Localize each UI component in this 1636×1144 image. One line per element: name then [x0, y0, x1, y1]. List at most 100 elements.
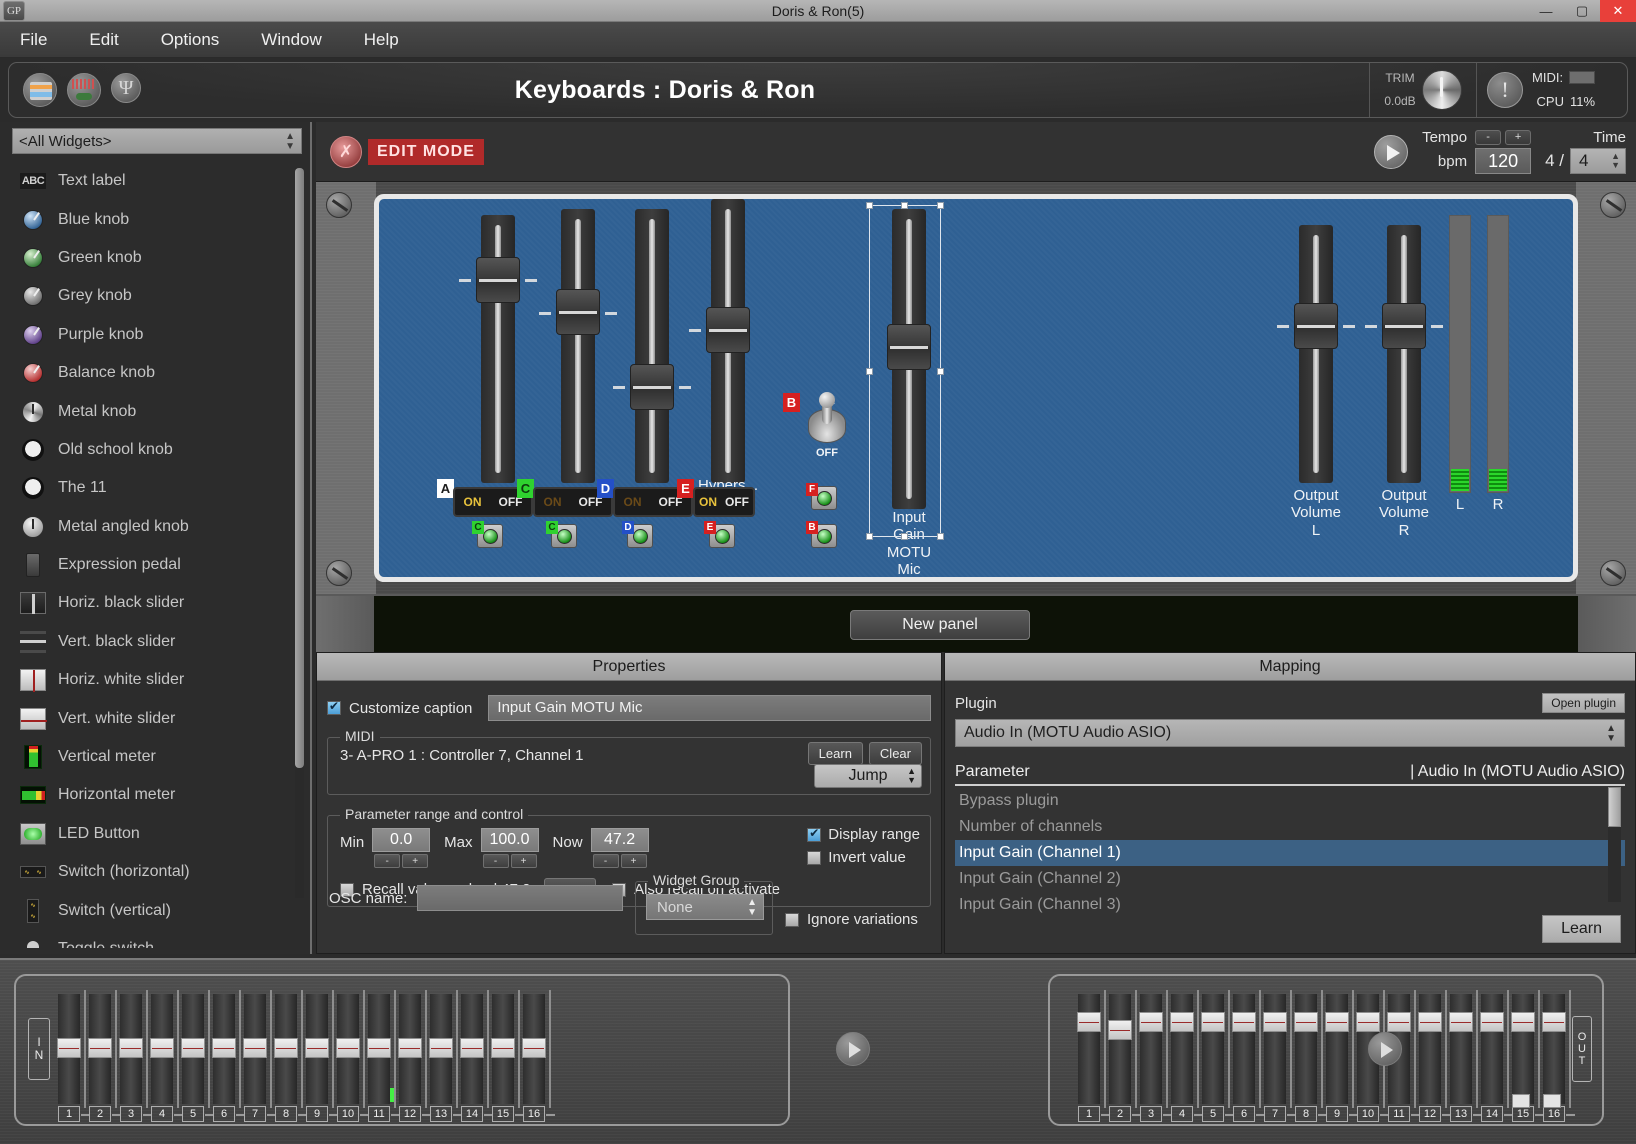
midi-fader-strip[interactable] [368, 994, 390, 1104]
channel-number[interactable]: 10 [337, 1106, 359, 1122]
midi-fader-cap[interactable] [119, 1038, 143, 1058]
midi-fader-cap[interactable] [150, 1038, 174, 1058]
osc-name-input[interactable] [417, 885, 623, 911]
trim-control[interactable]: TRIM 0.0dB [1369, 63, 1477, 117]
midi-fader-cap[interactable] [491, 1038, 515, 1058]
sidebar-item-blue-knob[interactable]: Blue knob [12, 200, 298, 238]
menu-help[interactable]: Help [358, 28, 405, 52]
toggle-switch-b[interactable]: ON OFF [808, 395, 846, 459]
midi-fader-cap[interactable] [1480, 1012, 1504, 1032]
now-value[interactable]: 47.2 [591, 828, 649, 852]
now-stepper[interactable]: 47.2 - + [591, 828, 649, 868]
channel-number[interactable]: 14 [461, 1106, 483, 1122]
max-stepper[interactable]: 100.0 - + [481, 828, 539, 868]
midi-fader-cap[interactable] [1263, 1012, 1287, 1032]
resize-handle[interactable] [901, 533, 908, 540]
sidebar-item-horizontal-meter[interactable]: Horizontal meter [12, 776, 298, 814]
sidebar-item-balance-knob[interactable]: Balance knob [12, 354, 298, 392]
midi-fader-cap[interactable] [1232, 1012, 1256, 1032]
fader-diva[interactable]: Diva [635, 209, 669, 483]
menu-window[interactable]: Window [255, 28, 327, 52]
midi-fader-cap[interactable] [57, 1038, 81, 1058]
channel-number[interactable]: 2 [1109, 1106, 1131, 1122]
midi-fader-cap[interactable] [1418, 1012, 1442, 1032]
midi-fader-cap[interactable] [1294, 1012, 1318, 1032]
sidebar-item-old-school-knob[interactable]: Old school knob [12, 431, 298, 469]
wiring-icon[interactable] [67, 73, 101, 107]
midi-fader-strip[interactable] [1171, 994, 1193, 1104]
midi-fader-strip[interactable] [430, 994, 452, 1104]
midi-fader-cap[interactable] [181, 1038, 205, 1058]
midi-fader-cap[interactable] [522, 1038, 546, 1058]
midi-fader-strip[interactable] [1512, 994, 1534, 1104]
midi-fader-cap[interactable] [336, 1038, 360, 1058]
parameter-list[interactable]: Bypass plugin Number of channels Input G… [955, 788, 1625, 918]
sidebar-item-vert-black-slider[interactable]: Vert. black slider [12, 623, 298, 661]
midi-fader-strip[interactable] [1295, 994, 1317, 1104]
open-plugin-button[interactable]: Open plugin [1542, 693, 1625, 713]
midi-fader-cap[interactable] [212, 1038, 236, 1058]
sidebar-item-switch-horizontal[interactable]: ∿∿ Switch (horizontal) [12, 853, 298, 891]
midi-fader-strip[interactable] [306, 994, 328, 1104]
min-value[interactable]: 0.0 [372, 828, 430, 852]
fader-organ[interactable]: Organ [561, 209, 595, 483]
midi-fader-strip[interactable] [1078, 994, 1100, 1104]
sidebar-scrollbar-thumb[interactable] [295, 168, 304, 768]
now-minus-button[interactable]: - [593, 854, 619, 868]
channel-number[interactable]: 6 [1233, 1106, 1255, 1122]
exclamation-icon[interactable]: ! [1487, 72, 1523, 108]
midi-fader-strip[interactable] [492, 994, 514, 1104]
midi-fader-cap[interactable] [1356, 1012, 1380, 1032]
channel-number[interactable]: 11 [368, 1106, 390, 1122]
wrench-screwdriver-icon[interactable]: ✗ [330, 136, 362, 168]
sidebar-item-led-button[interactable]: LED Button [12, 815, 298, 853]
fader-output-volume-r[interactable]: Output Volume R [1387, 225, 1421, 483]
midi-fader-cap[interactable] [1139, 1012, 1163, 1032]
widget-panel[interactable]: Piano Organ Diva [374, 194, 1578, 582]
sidebar-item-purple-knob[interactable]: Purple knob [12, 316, 298, 354]
menu-options[interactable]: Options [155, 28, 226, 52]
max-value[interactable]: 100.0 [481, 828, 539, 852]
sidebar-item-vertical-meter[interactable]: Vertical meter [12, 738, 298, 776]
channel-number[interactable]: 10 [1357, 1106, 1379, 1122]
midi-fader-cap[interactable] [305, 1038, 329, 1058]
midi-mode-select[interactable]: Jump ▲▼ [814, 764, 922, 788]
edit-mode-badge[interactable]: EDIT MODE [368, 139, 484, 165]
midi-fader-cap[interactable] [1170, 1012, 1194, 1032]
sidebar-item-switch-vertical[interactable]: ∿∿ Switch (vertical) [12, 891, 298, 929]
mixer-icon[interactable] [23, 73, 57, 107]
midi-fader-cap[interactable] [429, 1038, 453, 1058]
channel-number[interactable]: 4 [151, 1106, 173, 1122]
channel-number[interactable]: 1 [1078, 1106, 1100, 1122]
min-minus-button[interactable]: - [374, 854, 400, 868]
parameter-row-selected[interactable]: Input Gain (Channel 1) [955, 840, 1625, 866]
fader-cap[interactable] [1294, 303, 1338, 349]
plugin-select[interactable]: Audio In (MOTU Audio ASIO) ▲▼ [955, 719, 1625, 747]
channel-number[interactable]: 11 [1388, 1106, 1410, 1122]
time-denominator-select[interactable]: 4 ▲▼ [1570, 148, 1626, 174]
midi-fader-strip[interactable] [1481, 994, 1503, 1104]
fader-cap[interactable] [630, 364, 674, 410]
onoff-button-hypers[interactable]: ON OFF [693, 487, 755, 517]
resize-handle[interactable] [901, 202, 908, 209]
midi-fader-cap[interactable] [1077, 1012, 1101, 1032]
channel-number[interactable]: 3 [120, 1106, 142, 1122]
midi-fader-cap[interactable] [1542, 1012, 1566, 1032]
midi-fader-strip[interactable] [1109, 994, 1131, 1104]
midi-fader-strip[interactable] [89, 994, 111, 1104]
midi-fader-strip[interactable] [58, 994, 80, 1104]
toggle-body[interactable] [808, 409, 846, 443]
resize-handle[interactable] [937, 202, 944, 209]
sidebar-item-toggle-switch[interactable]: Toggle switch [12, 930, 298, 948]
midi-fader-strip[interactable] [1264, 994, 1286, 1104]
midi-clear-button[interactable]: Clear [869, 742, 922, 765]
channel-number[interactable]: 9 [1326, 1106, 1348, 1122]
midi-fader-strip[interactable] [182, 994, 204, 1104]
parameter-list-scrollbar[interactable] [1608, 787, 1621, 902]
midi-learn-button[interactable]: Learn [808, 742, 863, 765]
tempo-plus-button[interactable]: + [1505, 130, 1531, 145]
sidebar-item-grey-knob[interactable]: Grey knob [12, 277, 298, 315]
fader-hypers[interactable]: Hypers... [711, 199, 745, 483]
channel-number[interactable]: 13 [1450, 1106, 1472, 1122]
sidebar-item-green-knob[interactable]: Green knob [12, 239, 298, 277]
